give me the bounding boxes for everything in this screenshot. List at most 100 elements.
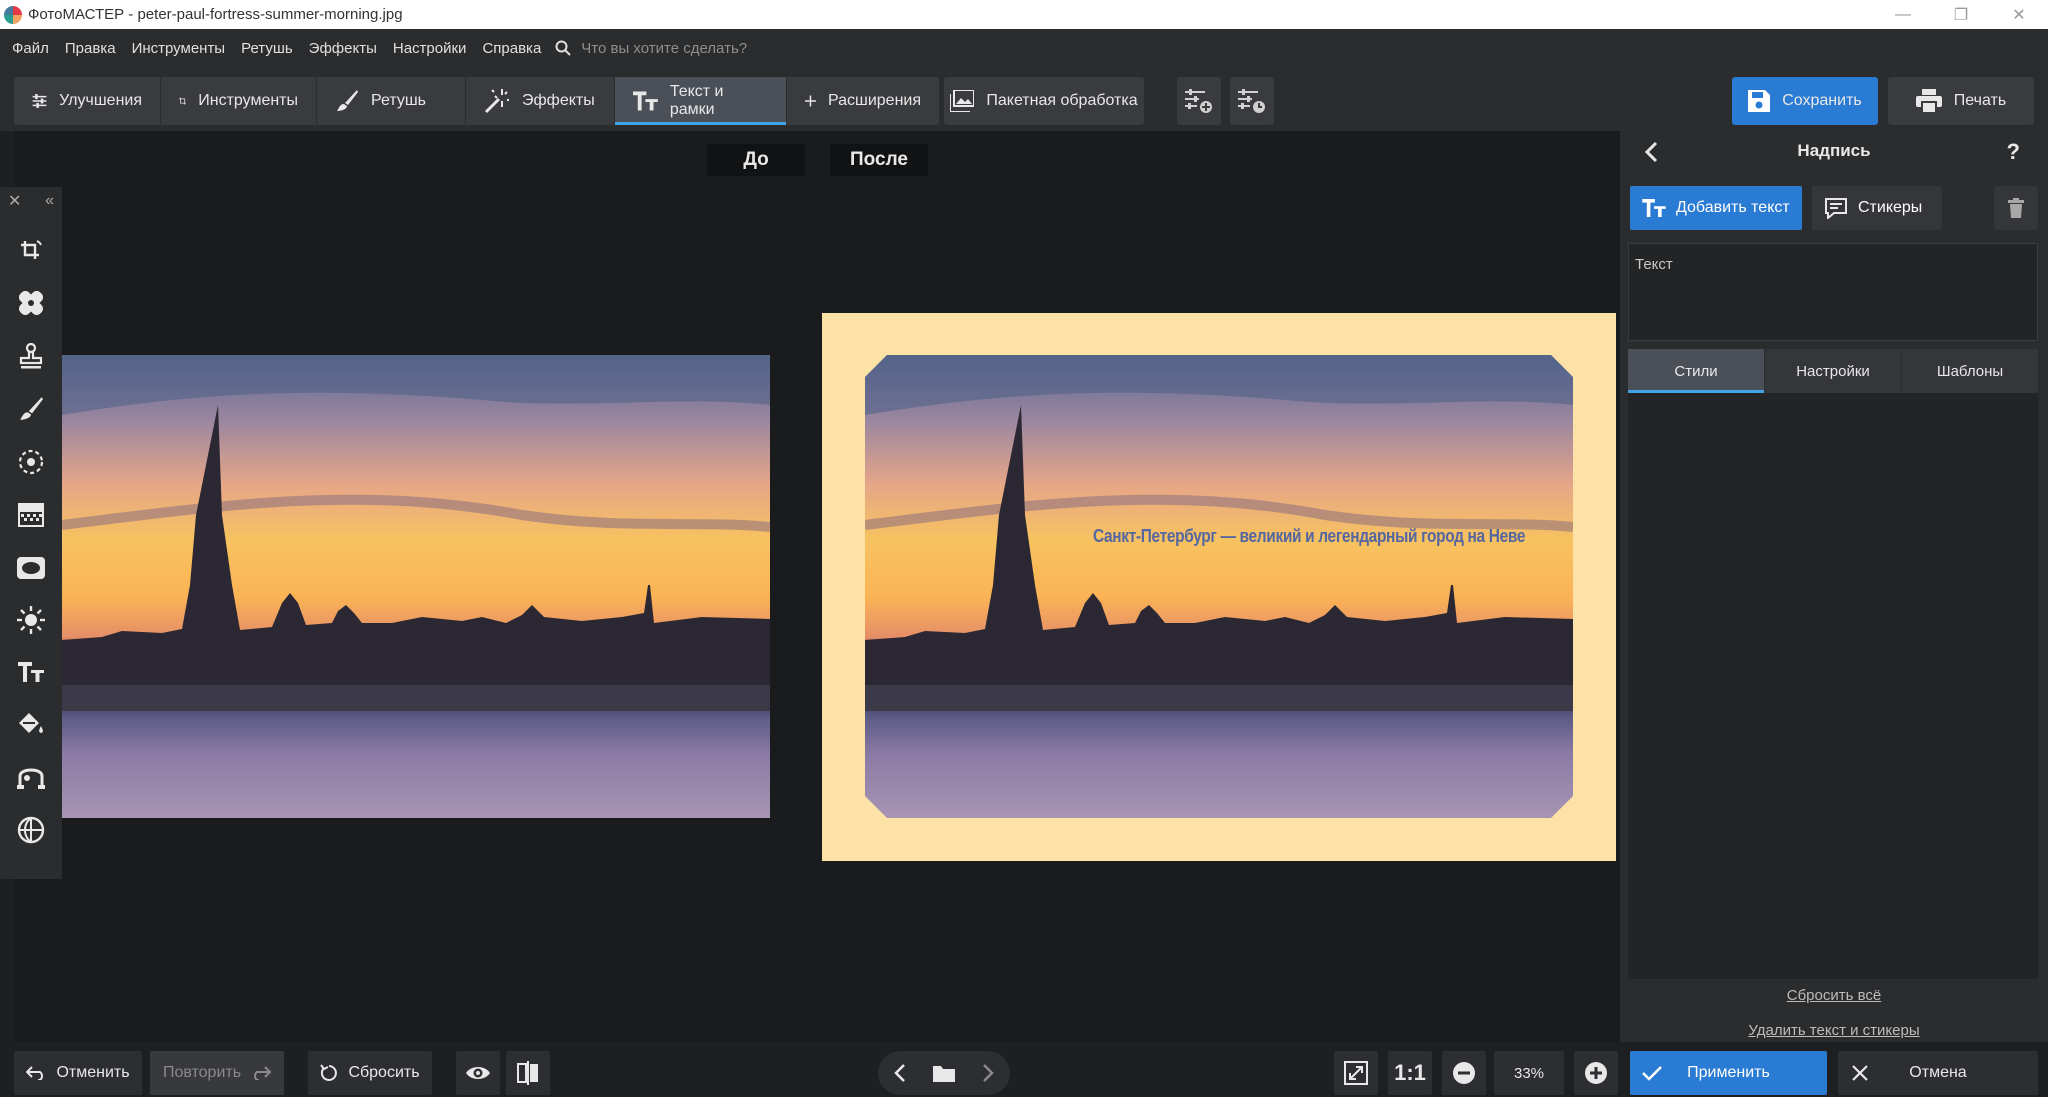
restore-icon[interactable]: ❐ [1932,0,1990,29]
zoom-level[interactable]: 33% [1494,1051,1564,1095]
compare-icon [517,1061,538,1085]
apply-button[interactable]: Применить [1630,1051,1827,1095]
chevron-right-icon [983,1064,994,1082]
paint-bucket-icon [19,713,43,733]
plus-icon [805,95,816,107]
text-tool[interactable] [11,652,51,692]
search-box[interactable]: Что вы хотите сделать? [555,40,747,57]
menu-bar: Файл Правка Инструменты Ретушь Эффекты Н… [0,29,2048,67]
brush-icon [20,397,43,420]
tab-styles[interactable]: Стили [1628,349,1765,393]
stickers-label: Стикеры [1858,199,1923,216]
close-icon[interactable]: ✕ [8,191,21,211]
fit-screen-icon [1344,1061,1368,1085]
delete-button[interactable] [1994,186,2038,230]
close-icon[interactable]: ✕ [1990,0,2048,29]
tab-label: Улучшения [59,92,142,109]
menu-settings[interactable]: Настройки [385,40,475,57]
delete-text-stickers-link[interactable]: Удалить текст и стикеры [1620,1022,2048,1039]
tab-label: Эффекты [522,92,595,109]
zoom-out-icon [1453,1062,1475,1084]
fit-screen-button[interactable] [1334,1051,1378,1095]
globe-tool[interactable] [11,810,51,850]
healing-tool[interactable] [11,283,51,323]
before-photo [62,355,770,818]
crop-icon [179,97,187,105]
prev-image-button[interactable] [878,1051,922,1095]
after-photo[interactable] [865,355,1573,818]
minimize-icon[interactable]: — [1874,0,1932,29]
cancel-button[interactable]: Отмена [1838,1051,2038,1095]
sliders-add-icon [1185,89,1212,113]
search-icon [555,40,571,56]
tab-enhancements[interactable]: Улучшения [14,77,161,125]
fill-tool[interactable] [11,705,51,745]
tab-effects[interactable]: Эффекты [466,77,615,125]
tab-text-and-frames[interactable]: Текст и рамки [615,77,787,125]
batch-label: Пакетная обработка [986,92,1138,109]
apply-label: Применить [1687,1064,1770,1081]
compare-button[interactable] [506,1051,550,1095]
light-tool[interactable] [11,600,51,640]
overlay-caption[interactable]: Санкт-Петербург — великий и легендарный … [1093,526,1525,547]
undo-icon [26,1066,44,1080]
zoom-in-button[interactable] [1574,1051,1618,1095]
radial-tool[interactable] [11,442,51,482]
save-button[interactable]: Сохранить [1732,77,1878,125]
gradient-tool[interactable] [11,495,51,535]
tab-extensions[interactable]: Расширения [787,77,939,125]
brush-icon [337,90,358,111]
reset-all-link[interactable]: Сбросить всё [1620,987,2048,1004]
printer-icon [1915,89,1942,113]
brush-tool[interactable] [11,389,51,429]
curve-tool[interactable] [11,757,51,797]
search-placeholder[interactable]: Что вы хотите сделать? [581,40,747,57]
window-title: ФотоМАСТЕР - peter-paul-fortress-summer-… [28,6,403,23]
print-button[interactable]: Печать [1888,77,2034,125]
back-arrow-icon[interactable] [1644,141,1658,163]
tab-templates[interactable]: Шаблоны [1902,349,2038,393]
stamp-tool[interactable] [11,336,51,376]
stickers-button[interactable]: Стикеры [1812,186,1942,230]
redo-button[interactable]: Повторить [150,1051,284,1095]
redo-label: Повторить [162,1064,242,1081]
text-input[interactable]: Текст [1628,243,2038,341]
menu-retouch[interactable]: Ретушь [233,40,301,57]
text-icon [1642,199,1666,217]
tab-label: Расширения [827,92,921,109]
help-icon[interactable]: ? [2007,139,2020,165]
collapse-icon[interactable]: « [45,192,54,210]
menu-tools[interactable]: Инструменты [124,40,234,57]
zoom-one-to-one-button[interactable]: 1:1 [1388,1051,1432,1095]
zoom-out-button[interactable] [1442,1051,1486,1095]
side-tool-strip: ✕ « [0,187,62,879]
title-bar: ФотоМАСТЕР - peter-paul-fortress-summer-… [0,0,2048,29]
tab-retouch[interactable]: Ретушь [317,77,466,125]
batch-processing-button[interactable]: Пакетная обработка [944,77,1144,125]
menu-file[interactable]: Файл [4,40,57,57]
next-image-button[interactable] [966,1051,1010,1095]
cancel-label: Отмена [1909,1064,1967,1081]
add-text-button[interactable]: Добавить текст [1630,186,1802,230]
tab-tools[interactable]: Инструменты [161,77,317,125]
preset-history-button[interactable] [1230,77,1274,125]
menu-help[interactable]: Справка [474,40,549,57]
redo-icon [254,1066,272,1080]
tab-settings[interactable]: Настройки [1765,349,1902,393]
vignette-tool[interactable] [11,548,51,588]
menu-edit[interactable]: Правка [57,40,124,57]
undo-label: Отменить [56,1064,130,1081]
stamp-icon [19,343,43,369]
crop-tool[interactable] [11,231,51,271]
add-preset-button[interactable] [1177,77,1221,125]
undo-button[interactable]: Отменить [14,1051,142,1095]
window-controls: — ❐ ✕ [1874,0,2048,29]
open-folder-button[interactable] [922,1051,966,1095]
menu-effects[interactable]: Эффекты [301,40,385,57]
styles-list[interactable] [1628,393,2038,979]
reset-button[interactable]: Сбросить [308,1051,432,1095]
side-tool-header: ✕ « [0,187,62,215]
preview-eye-button[interactable] [456,1051,500,1095]
light-icon [17,606,45,634]
style-tabs: Стили Настройки Шаблоны [1628,349,2038,393]
